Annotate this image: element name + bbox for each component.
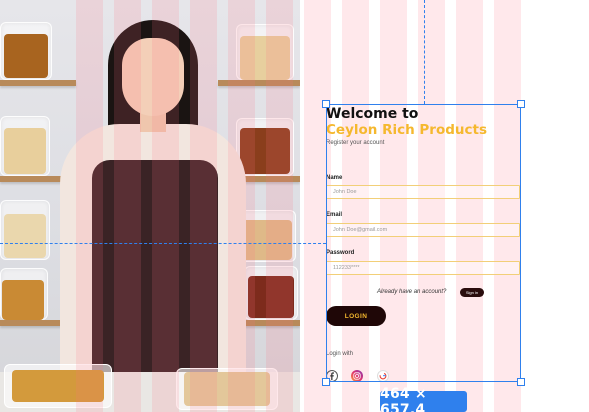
selection-frame[interactable] <box>326 104 521 382</box>
vertical-guide <box>424 0 425 104</box>
grid-column <box>114 0 141 412</box>
resize-handle-bottom-right[interactable] <box>517 378 525 386</box>
grid-column <box>228 0 255 412</box>
nuts <box>4 128 46 174</box>
grid-column <box>266 0 293 412</box>
grid-column <box>190 0 217 412</box>
shelf <box>0 80 76 86</box>
grid-column <box>76 0 103 412</box>
nuts <box>2 280 44 320</box>
nuts <box>4 34 48 78</box>
nuts <box>4 214 46 258</box>
resize-handle-top-left[interactable] <box>322 100 330 108</box>
horizontal-guide <box>0 243 326 244</box>
hero-photo <box>0 0 300 412</box>
dimensions-badge: 464 × 657.4 <box>380 386 467 412</box>
resize-handle-bottom-left[interactable] <box>322 378 330 386</box>
grid-column <box>152 0 179 412</box>
resize-handle-top-right[interactable] <box>517 100 525 108</box>
